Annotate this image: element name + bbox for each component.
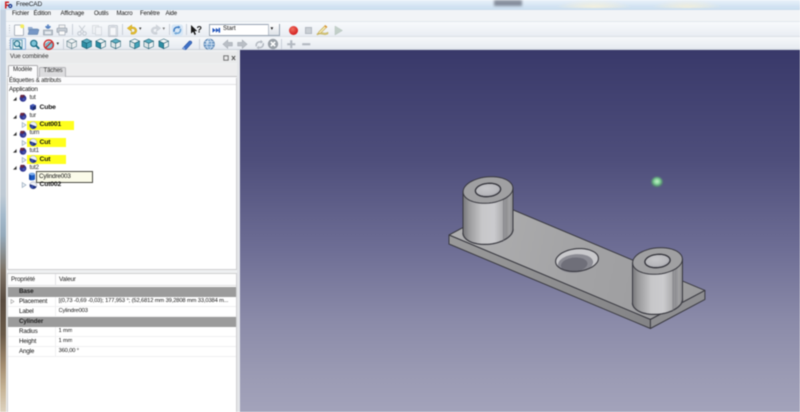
svg-text:?: ? bbox=[197, 24, 203, 34]
